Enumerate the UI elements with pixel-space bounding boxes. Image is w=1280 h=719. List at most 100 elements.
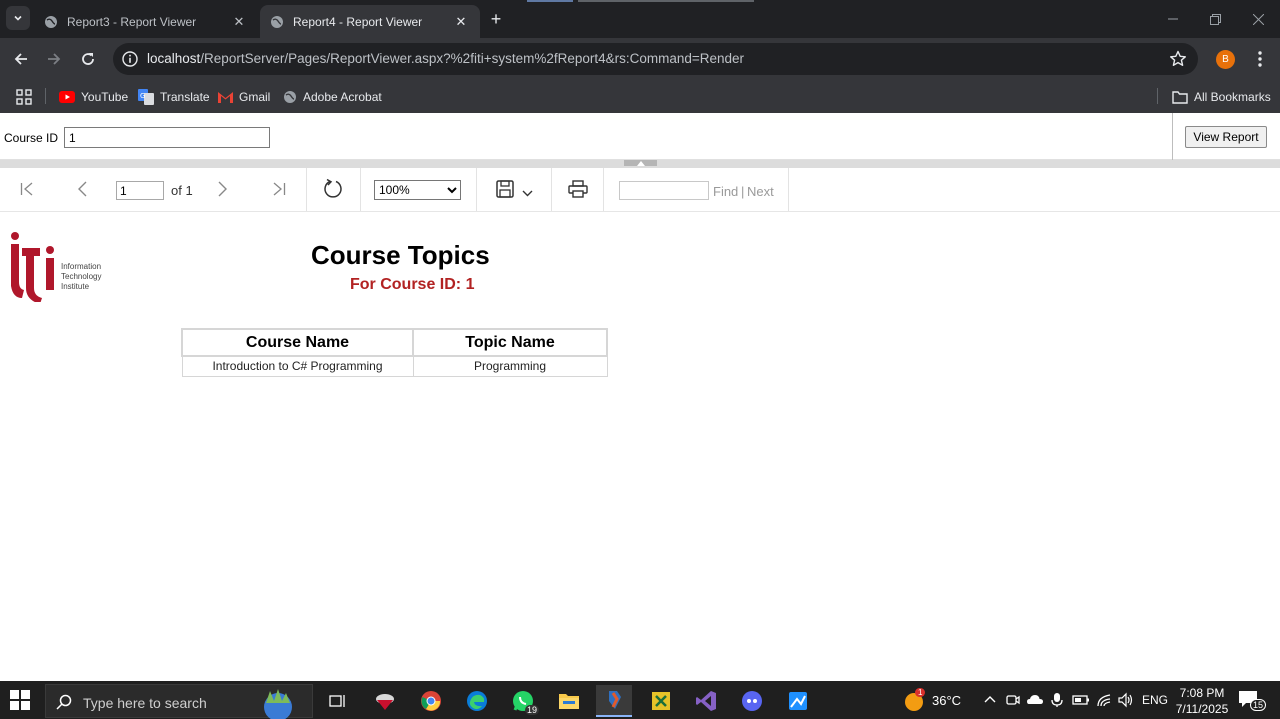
address-bar[interactable]: localhost/ReportServer/Pages/ReportViewe… [113,43,1198,75]
report-builder-icon [609,691,621,709]
close-icon[interactable]: ✕ [230,13,248,31]
logo-line: Technology [61,272,102,281]
apps-button[interactable] [16,86,38,108]
bookmark-youtube[interactable]: YouTube [59,86,128,108]
page-number-input[interactable] [116,181,164,200]
restore-icon [1209,13,1221,25]
windows-icon [10,690,30,710]
taskbar-app-whatsapp[interactable]: 19 [505,685,541,717]
notifications-button[interactable]: 15 [1238,690,1267,712]
find-next-link[interactable]: Next [747,184,774,199]
iti-logo-text: Information Technology Institute [61,262,101,292]
close-icon[interactable]: ✕ [452,13,470,31]
task-view-button[interactable] [320,685,356,717]
tab-report4[interactable]: Report4 - Report Viewer ✕ [260,5,480,38]
minimize-icon [1168,18,1178,20]
taskbar-app-chrome[interactable] [413,685,449,717]
clock-time: 7:08 PM [1179,686,1225,700]
zoom-select[interactable]: 100% [374,180,461,200]
apps-grid-icon [16,89,32,105]
new-tab-button[interactable]: + [486,9,506,29]
gmail-icon [218,92,233,103]
url-text[interactable]: localhost/ReportServer/Pages/ReportViewe… [147,51,744,66]
volume-icon[interactable] [1117,692,1135,708]
bookmark-gmail[interactable]: Gmail [218,86,270,108]
window-close-button[interactable] [1243,8,1273,30]
iti-logo-mark [11,232,54,304]
bookmark-translate[interactable]: G Translate [138,86,210,108]
input-language[interactable]: ENG [1142,693,1168,707]
start-button[interactable] [10,690,32,712]
folder-icon [1172,90,1188,104]
back-button[interactable] [9,47,33,71]
svg-text:G: G [140,92,145,100]
star-icon[interactable] [1168,49,1188,69]
view-report-button[interactable]: View Report [1185,126,1267,148]
meet-now-icon[interactable] [1005,692,1021,708]
taskbar-app-ssms[interactable] [367,685,403,717]
profile-avatar[interactable]: B [1216,50,1235,69]
chevron-down-icon [14,15,22,21]
print-button[interactable] [567,179,589,199]
next-page-button[interactable] [214,180,232,198]
folder-icon [559,694,579,709]
find-link[interactable]: Find [713,184,738,199]
chevron-up-icon [984,696,996,703]
onedrive-icon[interactable] [1026,692,1044,708]
bookmark-adobe-acrobat[interactable]: Adobe Acrobat [283,86,382,108]
all-bookmarks-label: All Bookmarks [1194,90,1271,104]
taskbar-app-discord[interactable] [734,685,770,717]
wifi-icon[interactable] [1096,692,1112,708]
tab-report3[interactable]: Report3 - Report Viewer ✕ [34,5,258,38]
first-page-button[interactable] [18,180,36,198]
window-drag-indicator-2 [578,0,754,2]
collapse-parameters-handle[interactable] [624,160,657,166]
report-viewer-toolbar: of 1 100% Find | Next [0,168,1280,212]
export-button[interactable] [495,179,515,199]
taskbar-search[interactable]: Type here to search [45,684,313,719]
refresh-button[interactable] [321,177,345,201]
chevron-right-icon [218,181,227,197]
table-row: Introduction to C# Programming Programmi… [181,355,608,377]
export-dropdown-button[interactable] [520,186,534,200]
tab-search-button[interactable] [6,6,30,30]
close-icon [1252,13,1264,25]
taskbar-clock[interactable]: 7:08 PM 7/11/2025 [1172,685,1232,717]
first-page-icon [20,182,33,196]
taskbar-app-file-explorer[interactable] [551,685,587,717]
report-body: Information Technology Institute Course … [0,212,1280,681]
tab-strip: Report3 - Report Viewer ✕ Report4 - Repo… [0,0,1280,38]
chevron-up-icon [636,160,645,166]
find-input[interactable] [619,181,709,200]
taskbar-app-report-builder[interactable] [596,685,632,717]
photos-icon [789,692,807,710]
restore-button[interactable] [1200,8,1230,30]
info-icon[interactable] [121,50,139,68]
microphone-icon[interactable] [1050,692,1064,708]
taskbar-app-edge[interactable] [459,685,495,717]
taskbar-app-photos[interactable] [780,685,816,717]
globe-icon [271,15,283,28]
course-id-input[interactable] [64,127,270,148]
taskbar-app-visual-studio[interactable] [688,685,724,717]
show-hidden-icons-button[interactable] [983,692,997,711]
taskbar-search-placeholder: Type here to search [83,695,207,711]
taskbar-app-excel[interactable] [643,685,679,717]
forward-button[interactable] [42,47,66,71]
browser-menu-button[interactable] [1250,49,1270,69]
edge-icon [467,691,487,711]
reload-button[interactable] [76,47,100,71]
whatsapp-badge: 19 [524,705,539,715]
cell-topic-name: Programming [412,355,608,377]
all-bookmarks-button[interactable]: All Bookmarks [1172,86,1271,108]
minimize-button[interactable] [1158,8,1188,30]
arrow-right-icon [48,53,61,65]
battery-icon[interactable] [1072,693,1090,707]
database-tool-icon [376,694,394,710]
last-page-button[interactable] [270,180,288,198]
globe-icon [284,91,296,103]
weather-temperature[interactable]: 36°C [932,693,961,708]
previous-page-button[interactable] [73,180,91,198]
parameters-divider [1172,113,1173,160]
translate-icon: G [138,89,154,105]
